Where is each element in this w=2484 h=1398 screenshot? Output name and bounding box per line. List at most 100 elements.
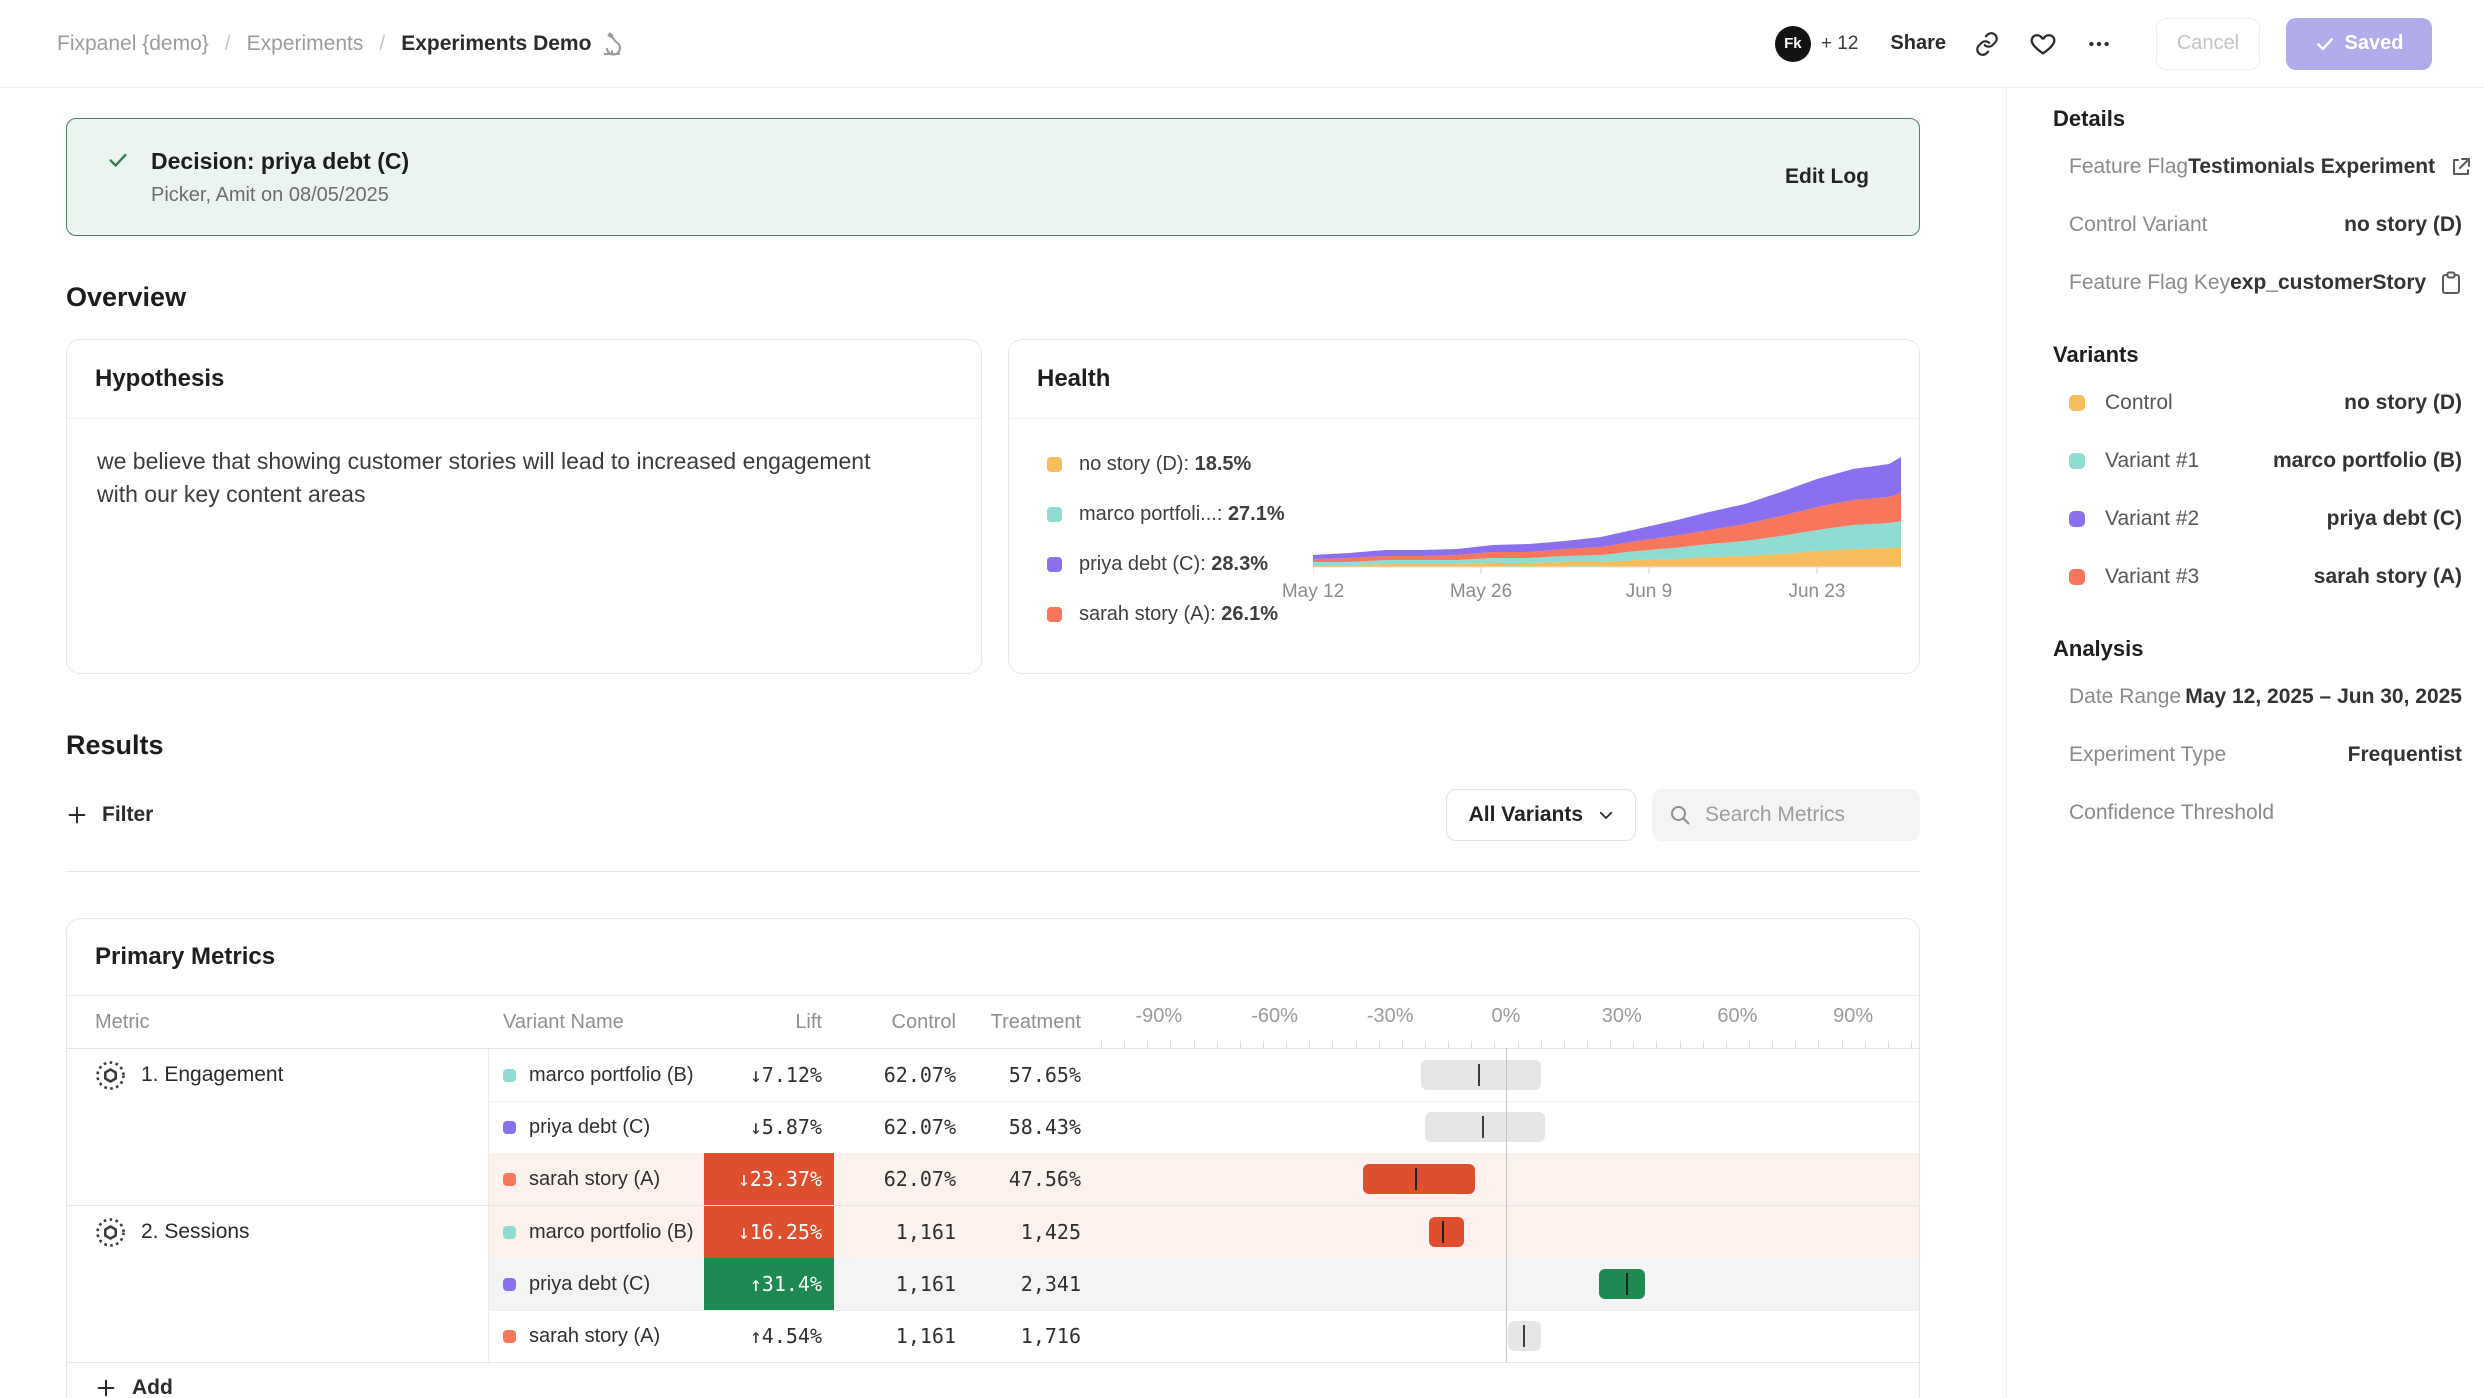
lift-value: ↓5.87% [704, 1101, 834, 1153]
health-chart: May 12May 26Jun 9Jun 23 [1313, 453, 1901, 653]
breadcrumb-experiments[interactable]: Experiments [247, 32, 364, 56]
table-header: Metric Variant Name Lift Control Treatme… [67, 995, 1919, 1048]
breadcrumb-current: Experiments Demo [401, 32, 623, 56]
variants-dropdown[interactable]: All Variants [1446, 789, 1636, 841]
confidence-threshold-row: Confidence Threshold [2053, 784, 2462, 842]
table-row[interactable]: sarah story (A) ↓23.37% 62.07% 47.56% [67, 1153, 1919, 1205]
lift-value: ↓7.12% [704, 1049, 834, 1101]
variant-name: priya debt (C) [529, 1116, 650, 1139]
search-metrics-box [1652, 789, 1920, 841]
details-sidebar: Details Feature Flag Testimonials Experi… [2006, 88, 2484, 1398]
health-card: Health no story (D): 18.5% marco portfol… [1008, 339, 1920, 674]
control-value: 62.07% [884, 1167, 956, 1191]
hypothesis-card: Hypothesis we believe that showing custo… [66, 339, 982, 674]
legend-swatch [1047, 457, 1062, 472]
search-metrics-input[interactable] [1705, 803, 1905, 827]
col-treatment: Treatment [956, 996, 1081, 1048]
ci-axis-ticks [1101, 1035, 1911, 1048]
experiment-type-value: Frequentist [2348, 743, 2462, 767]
variant-swatch [503, 1330, 516, 1343]
results-divider [66, 871, 1920, 872]
variant-swatch [503, 1121, 516, 1134]
topbar: Fixpanel {demo} / Experiments / Experime… [0, 0, 2484, 88]
feature-flag-key-row: Feature Flag Key exp_customerStory [2053, 254, 2462, 312]
ci-zero-line [1506, 1048, 1507, 1362]
variant-name: sarah story (A) [529, 1168, 660, 1191]
metric-group-sessions: 2. Sessions marco portfolio (B) ↓16.25% … [67, 1205, 1919, 1362]
table-row[interactable]: priya debt (C) ↓5.87% 62.07% 58.43% [67, 1101, 1919, 1153]
table-body: 1. Engagement marco portfolio (B) ↓7.12%… [67, 1048, 1919, 1362]
analysis-heading: Analysis [2053, 636, 2462, 662]
table-row[interactable]: priya debt (C) ↑31.4% 1,161 2,341 [67, 1258, 1919, 1310]
variant-swatch [2069, 395, 2085, 411]
favorite-heart-icon[interactable] [2028, 29, 2058, 59]
plus-icon [66, 804, 88, 826]
more-options-icon[interactable] [2084, 29, 2114, 59]
details-heading: Details [2053, 106, 2462, 132]
legend-item: marco portfoli...: 27.1% [1047, 503, 1313, 526]
health-chart-xlabels: May 12May 26Jun 9Jun 23 [1313, 575, 1901, 605]
lift-value: ↓23.37% [704, 1153, 834, 1205]
legend-item: no story (D): 18.5% [1047, 453, 1313, 476]
control-value: 62.07% [884, 1115, 956, 1139]
breadcrumb: Fixpanel {demo} / Experiments / Experime… [57, 32, 623, 56]
breadcrumb-project[interactable]: Fixpanel {demo} [57, 32, 209, 56]
details-section: Details Feature Flag Testimonials Experi… [2053, 106, 2462, 312]
variant-row: Control no story (D) [2053, 374, 2462, 432]
breadcrumb-separator: / [379, 32, 385, 56]
feature-flag-row: Feature Flag Testimonials Experiment [2053, 138, 2462, 196]
treatment-value: 1,425 [1021, 1220, 1081, 1244]
saved-button[interactable]: Saved [2286, 18, 2432, 70]
copy-link-icon[interactable] [1972, 29, 2002, 59]
cancel-button[interactable]: Cancel [2156, 18, 2260, 70]
topbar-actions: Fk + 12 Share Cancel Saved [1775, 18, 2432, 70]
edit-log-button[interactable]: Edit Log [1785, 165, 1869, 189]
treatment-value: 1,716 [1021, 1324, 1081, 1348]
treatment-value: 57.65% [1009, 1063, 1081, 1087]
health-chart-svg [1313, 453, 1901, 575]
control-value: 1,161 [896, 1272, 956, 1296]
decision-banner: Decision: priya debt (C) Picker, Amit on… [66, 118, 1920, 236]
avatar-overflow-count[interactable]: + 12 [1821, 33, 1859, 55]
treatment-value: 58.43% [1009, 1115, 1081, 1139]
health-legend: no story (D): 18.5% marco portfoli...: 2… [1047, 453, 1313, 653]
date-range-value: May 12, 2025 – Jun 30, 2025 [2185, 685, 2462, 709]
analysis-section: Analysis Date Range May 12, 2025 – Jun 3… [2053, 636, 2462, 842]
col-metric: Metric [67, 996, 488, 1048]
avatar[interactable]: Fk [1775, 26, 1811, 62]
copy-icon[interactable] [2440, 271, 2462, 295]
variant-row: Variant #1 marco portfolio (B) [2053, 432, 2462, 490]
legend-item: priya debt (C): 28.3% [1047, 553, 1313, 576]
treatment-value: 47.56% [1009, 1167, 1081, 1191]
share-button[interactable]: Share [1890, 32, 1946, 55]
overview-heading: Overview [66, 282, 1920, 313]
variant-swatch [503, 1226, 516, 1239]
decision-subtitle: Picker, Amit on 08/05/2025 [151, 184, 409, 207]
results-heading: Results [66, 730, 1920, 761]
add-metric-button[interactable]: Add [67, 1362, 1919, 1398]
variant-row: Variant #2 priya debt (C) [2053, 490, 2462, 548]
variant-swatch [503, 1173, 516, 1186]
table-row[interactable]: marco portfolio (B) ↓7.12% 62.07% 57.65% [67, 1049, 1919, 1101]
table-row[interactable]: marco portfolio (B) ↓16.25% 1,161 1,425 [67, 1206, 1919, 1258]
add-filter-button[interactable]: Filter [66, 803, 153, 827]
check-icon [2315, 34, 2335, 54]
variant-name: marco portfolio (B) [529, 1064, 694, 1087]
variants-heading: Variants [2053, 342, 2462, 368]
feature-flag-value[interactable]: Testimonials Experiment [2188, 155, 2435, 179]
decision-check-icon [107, 149, 129, 171]
variant-swatch [2069, 511, 2085, 527]
table-row[interactable]: sarah story (A) ↑4.54% 1,161 1,716 [67, 1310, 1919, 1362]
col-variant: Variant Name [488, 996, 704, 1048]
variant-row: Variant #3 sarah story (A) [2053, 548, 2462, 606]
control-value: 1,161 [896, 1220, 956, 1244]
control-variant-value: no story (D) [2344, 213, 2462, 237]
feature-flag-key-value: exp_customerStory [2230, 271, 2426, 295]
variant-name: priya debt (C) [529, 1273, 650, 1296]
external-link-icon[interactable] [2449, 155, 2473, 179]
health-title: Health [1037, 365, 1110, 392]
variant-swatch [503, 1278, 516, 1291]
control-value: 62.07% [884, 1063, 956, 1087]
legend-swatch [1047, 557, 1062, 572]
lift-value: ↓16.25% [704, 1206, 834, 1258]
